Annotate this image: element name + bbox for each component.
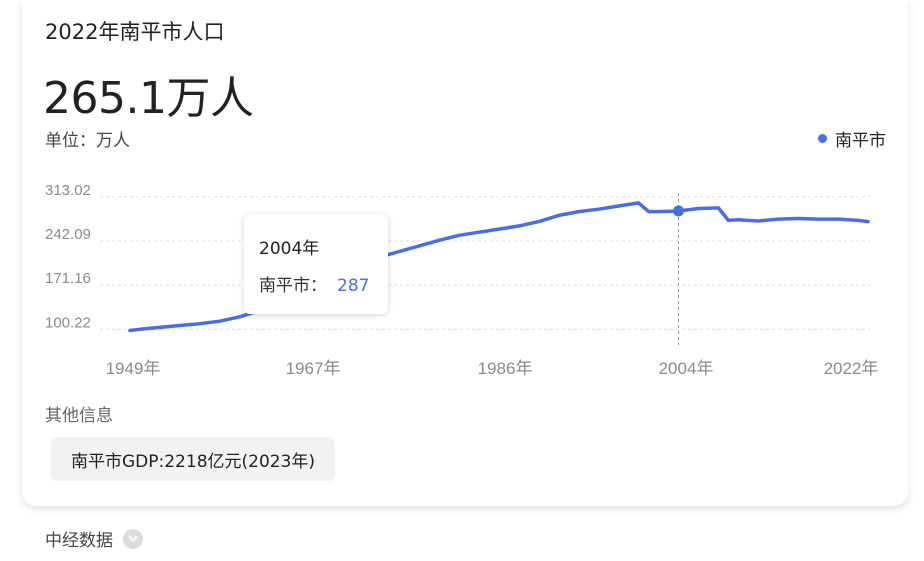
gdp-chip[interactable]: 南平市GDP:2218亿元(2023年)	[51, 437, 336, 481]
x-tick-label: 1949年	[106, 359, 161, 378]
tooltip-year: 2004年	[259, 239, 320, 259]
chart-title: 2022年南平市人口	[45, 20, 225, 44]
legend-label: 南平市	[835, 131, 886, 151]
y-tick-label: 242.09	[45, 226, 91, 243]
population-value: 265.1万人	[43, 73, 254, 124]
population-line-chart[interactable]: 313.02 242.09 171.16 100.22 1949年 1967年 1986年 2…	[0, 170, 924, 385]
legend: 南平市	[818, 126, 886, 151]
legend-dot-icon	[818, 134, 827, 143]
source-label: 中经数据	[45, 531, 113, 551]
series-line-nanping	[128, 201, 870, 333]
x-tick-label: 1986年	[478, 359, 533, 378]
tooltip-series-label: 南平市：	[259, 276, 327, 296]
data-source[interactable]: 中经数据	[45, 526, 143, 551]
x-tick-label: 1967年	[286, 359, 341, 378]
x-tick-label: 2004年	[659, 359, 714, 378]
x-tick-label: 2022年	[824, 359, 879, 378]
tooltip-value: 287	[337, 276, 370, 296]
y-tick-label: 313.02	[45, 182, 91, 199]
y-tick-label: 100.22	[45, 314, 91, 331]
tooltip-row: 南平市： 287	[259, 271, 369, 296]
chart-tooltip: 2004年 南平市： 287	[244, 214, 388, 314]
y-tick-label: 171.16	[45, 270, 91, 287]
chevron-down-icon[interactable]	[123, 528, 143, 549]
other-info-label: 其他信息	[45, 406, 113, 426]
unit-label: 单位：万人	[45, 131, 130, 151]
highlight-point	[673, 205, 685, 217]
